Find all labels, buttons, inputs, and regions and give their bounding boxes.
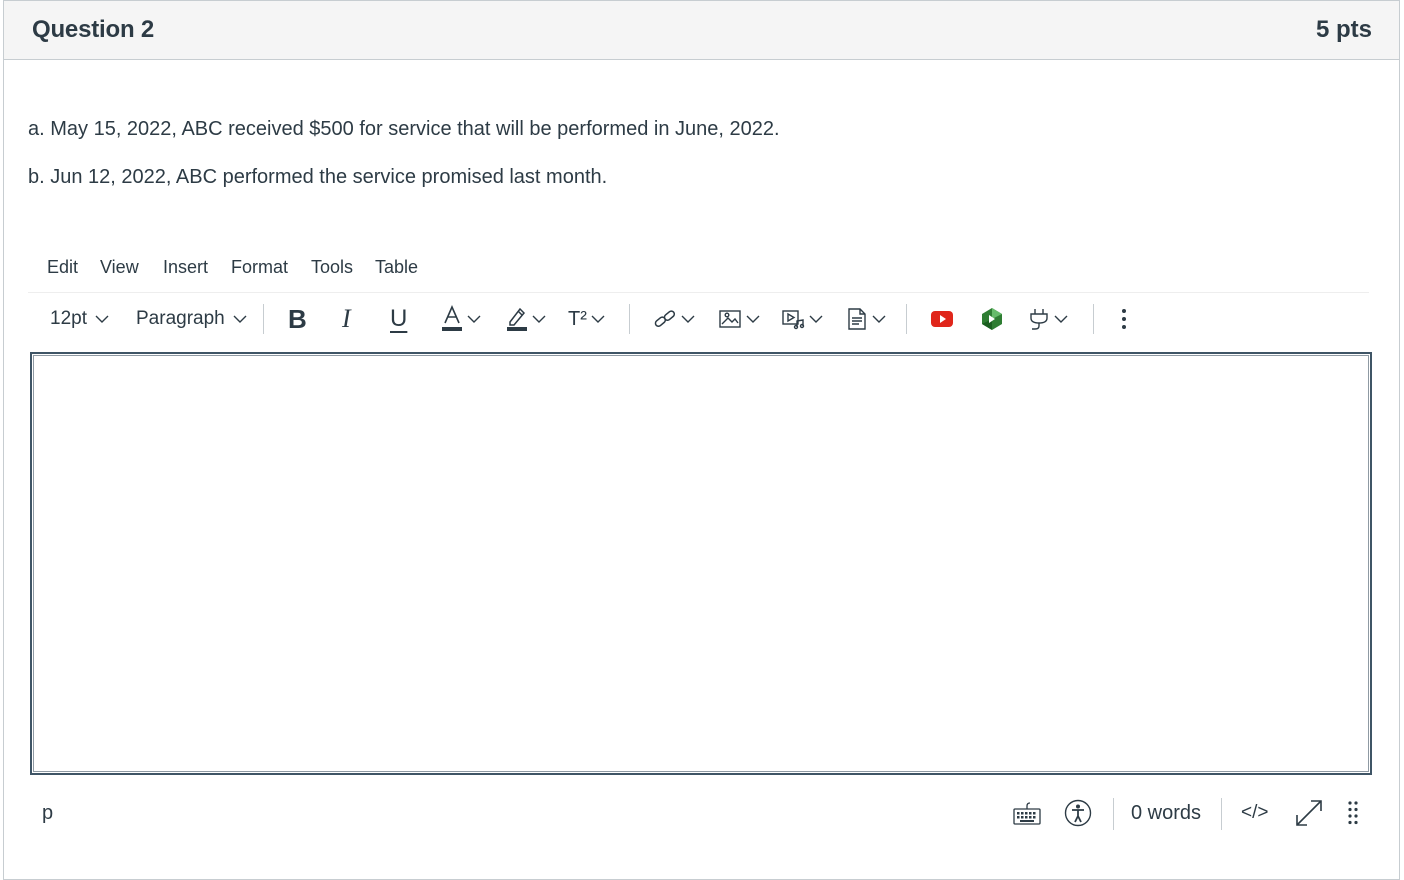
- editor-toolbar: 12pt Paragraph B I U T²: [28, 296, 1369, 342]
- question-header: Question 2 5 pts: [4, 1, 1399, 60]
- menu-insert[interactable]: Insert: [159, 257, 212, 278]
- block-format-select[interactable]: Paragraph: [136, 296, 247, 342]
- chevron-down-icon: [233, 314, 247, 324]
- word-count[interactable]: 0 words: [1131, 790, 1201, 836]
- more-button[interactable]: [1120, 296, 1128, 342]
- toolbar-divider: [629, 304, 630, 334]
- apps-button[interactable]: [980, 296, 1004, 342]
- font-size-value: 12pt: [50, 308, 87, 329]
- menu-tools[interactable]: Tools: [307, 257, 357, 278]
- chevron-down-icon: [746, 314, 760, 324]
- fullscreen-button[interactable]: [1294, 790, 1324, 836]
- menu-format[interactable]: Format: [227, 257, 292, 278]
- document-button[interactable]: [846, 296, 886, 342]
- status-divider: [1221, 798, 1222, 830]
- question-title: Question 2: [32, 16, 155, 43]
- keyboard-shortcuts-button[interactable]: [1013, 790, 1041, 836]
- element-path[interactable]: p: [42, 790, 53, 836]
- bold-button[interactable]: B: [288, 296, 307, 342]
- underline-button[interactable]: U: [390, 296, 407, 342]
- image-icon: [718, 308, 742, 330]
- youtube-icon: [930, 310, 954, 328]
- font-size-select[interactable]: 12pt: [50, 296, 109, 342]
- bold-label: B: [288, 303, 307, 334]
- italic-label: I: [342, 304, 351, 333]
- word-count-label: 0 words: [1131, 801, 1202, 824]
- chevron-down-icon: [467, 314, 481, 324]
- plug-icon: [1028, 307, 1050, 331]
- youtube-button[interactable]: [930, 296, 954, 342]
- highlight-color-button[interactable]: [506, 296, 546, 342]
- question-points: 5 pts: [1315, 16, 1372, 43]
- chevron-down-icon: [95, 314, 109, 324]
- italic-button[interactable]: I: [342, 296, 351, 342]
- element-path-label: p: [42, 801, 54, 824]
- underline-label: U: [390, 305, 408, 332]
- resize-handle[interactable]: [1347, 790, 1359, 836]
- accessibility-icon: [1064, 799, 1092, 827]
- toolbar-divider: [263, 304, 264, 334]
- document-icon: [846, 307, 868, 331]
- superscript-button[interactable]: T²: [568, 296, 605, 342]
- highlight-icon: [506, 305, 528, 333]
- superscript-label: T²: [568, 307, 587, 330]
- keyboard-icon: [1013, 800, 1041, 826]
- plugin-button[interactable]: [1028, 296, 1068, 342]
- fullscreen-icon: [1294, 798, 1324, 828]
- image-button[interactable]: [718, 296, 760, 342]
- apps-icon: [980, 307, 1004, 331]
- menu-table[interactable]: Table: [371, 257, 422, 278]
- toolbar-divider: [1093, 304, 1094, 334]
- chevron-down-icon: [809, 314, 823, 324]
- editor-status-bar: p 0 words </>: [28, 790, 1373, 836]
- chevron-down-icon: [532, 314, 546, 324]
- status-divider: [1113, 798, 1114, 830]
- more-vertical-icon: [1120, 307, 1128, 331]
- menu-edit[interactable]: Edit: [43, 257, 82, 278]
- text-color-button[interactable]: [441, 296, 481, 342]
- text-color-icon: [441, 305, 463, 333]
- link-icon: [653, 307, 677, 331]
- media-icon: [781, 308, 805, 330]
- editor-content-area[interactable]: [33, 355, 1369, 772]
- accessibility-checker-button[interactable]: [1064, 790, 1092, 836]
- editor-menubar: Edit View Insert Format Tools Table: [28, 255, 1369, 293]
- link-button[interactable]: [653, 296, 695, 342]
- html-editor-label: </>: [1241, 802, 1269, 823]
- resize-handle-icon: [1347, 800, 1359, 826]
- chevron-down-icon: [591, 314, 605, 324]
- toolbar-divider: [906, 304, 907, 334]
- chevron-down-icon: [872, 314, 886, 324]
- block-format-value: Paragraph: [136, 308, 225, 329]
- html-editor-button[interactable]: </>: [1241, 790, 1268, 836]
- media-button[interactable]: [781, 296, 823, 342]
- question-line-b: b. Jun 12, 2022, ABC performed the servi…: [28, 166, 608, 188]
- chevron-down-icon: [1054, 314, 1068, 324]
- rich-text-editor[interactable]: [30, 352, 1372, 775]
- menu-view[interactable]: View: [96, 257, 143, 278]
- question-line-a: a. May 15, 2022, ABC received $500 for s…: [28, 118, 780, 140]
- chevron-down-icon: [681, 314, 695, 324]
